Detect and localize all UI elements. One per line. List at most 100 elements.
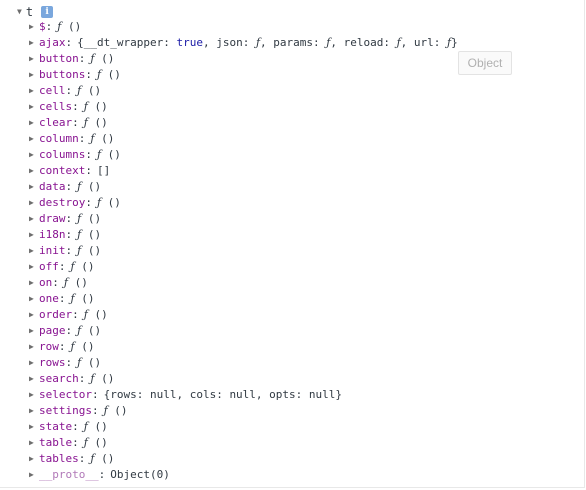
console-panel: ▼ t i ▶ $: ƒ () ▶ ajax: {__dt_wrapper: true, …	[0, 0, 585, 488]
property-value: ƒ ()	[96, 148, 121, 161]
property-row[interactable]: ▶ state: ƒ ()	[29, 419, 458, 435]
property-row[interactable]: ▶ tables: ƒ ()	[29, 451, 458, 467]
property-value: ƒ ()	[63, 276, 88, 289]
property-row[interactable]: ▶ page: ƒ ()	[29, 323, 458, 339]
expand-right-icon[interactable]: ▶	[29, 371, 39, 387]
property-key: column	[39, 132, 79, 145]
expand-right-icon[interactable]: ▶	[29, 19, 39, 35]
property-row[interactable]: ▶ selector: {rows: null, cols: null, opts:…	[29, 387, 458, 403]
expand-right-icon[interactable]: ▶	[29, 163, 39, 179]
expand-right-icon[interactable]: ▶	[29, 307, 39, 323]
property-key: i18n	[39, 228, 66, 241]
property-row[interactable]: ▶ draw: ƒ ()	[29, 211, 458, 227]
property-value: ƒ ()	[77, 324, 102, 337]
property-row[interactable]: ▶ table: ƒ ()	[29, 435, 458, 451]
expand-right-icon[interactable]: ▶	[29, 435, 39, 451]
expand-right-icon[interactable]: ▶	[29, 355, 39, 371]
key-separator: :	[85, 196, 92, 209]
expand-right-icon[interactable]: ▶	[29, 275, 39, 291]
property-value: ƒ ()	[90, 132, 115, 145]
property-key: settings	[39, 404, 92, 417]
expand-right-icon[interactable]: ▶	[29, 419, 39, 435]
expand-right-icon[interactable]: ▶	[29, 243, 39, 259]
property-row[interactable]: ▶ on: ƒ ()	[29, 275, 458, 291]
expand-right-icon[interactable]: ▶	[29, 51, 39, 67]
property-key: button	[39, 52, 79, 65]
expand-right-icon[interactable]: ▶	[29, 211, 39, 227]
key-separator: :	[98, 468, 106, 481]
property-row[interactable]: ▶ __proto__: Object(0)	[29, 467, 458, 483]
property-key: on	[39, 276, 53, 289]
property-key: __proto__	[39, 468, 99, 481]
property-row[interactable]: ▶ one: ƒ ()	[29, 291, 458, 307]
property-value: ƒ ()	[77, 228, 102, 241]
expand-right-icon[interactable]: ▶	[29, 67, 39, 83]
property-row[interactable]: ▶ init: ƒ ()	[29, 243, 458, 259]
property-row[interactable]: ▶ $: ƒ ()	[29, 19, 458, 35]
key-separator: :	[58, 340, 66, 353]
key-separator: :	[85, 148, 92, 161]
key-separator: :	[72, 116, 79, 129]
property-list: ▶ $: ƒ () ▶ ajax: {__dt_wrapper: true, json: …	[29, 19, 458, 483]
property-row[interactable]: ▶ cells: ƒ ()	[29, 99, 458, 115]
property-value: ƒ ()	[57, 20, 82, 33]
property-row[interactable]: ▶ row: ƒ ()	[29, 339, 458, 355]
property-row[interactable]: ▶ rows: ƒ ()	[29, 355, 458, 371]
property-row[interactable]: ▶ cell: ƒ ()	[29, 83, 458, 99]
expand-right-icon[interactable]: ▶	[29, 403, 39, 419]
property-row[interactable]: ▶ column: ƒ ()	[29, 131, 458, 147]
property-value: ƒ ()	[77, 244, 102, 257]
property-row[interactable]: ▶ order: ƒ ()	[29, 307, 458, 323]
property-row[interactable]: ▶ destroy: ƒ ()	[29, 195, 458, 211]
expand-right-icon[interactable]: ▶	[29, 99, 39, 115]
expand-right-icon[interactable]: ▶	[29, 131, 39, 147]
property-row[interactable]: ▶ i18n: ƒ ()	[29, 227, 458, 243]
property-key: tables	[39, 452, 79, 465]
property-row[interactable]: ▶ clear: ƒ ()	[29, 115, 458, 131]
property-key: buttons	[39, 68, 86, 81]
key-separator: :	[65, 228, 73, 241]
key-separator: :	[72, 100, 79, 113]
property-row[interactable]: ▶ ajax: {__dt_wrapper: true, json: ƒ, para…	[29, 35, 458, 51]
property-key: one	[39, 292, 59, 305]
property-key: $	[39, 20, 46, 33]
expand-right-icon[interactable]: ▶	[29, 115, 39, 131]
expand-right-icon[interactable]: ▶	[29, 195, 39, 211]
expand-right-icon[interactable]: ▶	[29, 179, 39, 195]
property-value: ƒ ()	[90, 372, 115, 385]
property-row[interactable]: ▶ off: ƒ ()	[29, 259, 458, 275]
key-separator: :	[65, 180, 73, 193]
expand-right-icon[interactable]: ▶	[29, 147, 39, 163]
property-row[interactable]: ▶ search: ƒ ()	[29, 371, 458, 387]
expand-right-icon[interactable]: ▶	[29, 291, 39, 307]
object-root-toggle[interactable]: ▼ t i	[17, 4, 54, 20]
expand-right-icon[interactable]: ▶	[29, 227, 39, 243]
key-separator: :	[52, 276, 59, 289]
key-separator: :	[78, 452, 86, 465]
key-separator: :	[78, 52, 86, 65]
property-row[interactable]: ▶ settings: ƒ ()	[29, 403, 458, 419]
expand-right-icon[interactable]: ▶	[29, 467, 39, 483]
expand-right-icon[interactable]: ▶	[29, 323, 39, 339]
property-row[interactable]: ▶ context: []	[29, 163, 458, 179]
property-key: cells	[39, 100, 73, 113]
expand-right-icon[interactable]: ▶	[29, 259, 39, 275]
property-key: search	[39, 372, 79, 385]
property-row[interactable]: ▶ buttons: ƒ ()	[29, 67, 458, 83]
property-row[interactable]: ▶ data: ƒ ()	[29, 179, 458, 195]
property-row[interactable]: ▶ columns: ƒ ()	[29, 147, 458, 163]
property-key: cell	[39, 84, 66, 97]
info-icon[interactable]: i	[41, 6, 54, 18]
expand-right-icon[interactable]: ▶	[29, 339, 39, 355]
key-separator: :	[72, 420, 79, 433]
expand-right-icon[interactable]: ▶	[29, 83, 39, 99]
property-key: state	[39, 420, 73, 433]
property-value: ƒ ()	[70, 292, 95, 305]
expand-right-icon[interactable]: ▶	[29, 35, 39, 51]
property-row[interactable]: ▶ button: ƒ ()	[29, 51, 458, 67]
expand-right-icon[interactable]: ▶	[29, 451, 39, 467]
property-value: ƒ ()	[103, 404, 128, 417]
property-value: ƒ ()	[83, 100, 108, 113]
property-key: order	[39, 308, 73, 321]
expand-right-icon[interactable]: ▶	[29, 387, 39, 403]
